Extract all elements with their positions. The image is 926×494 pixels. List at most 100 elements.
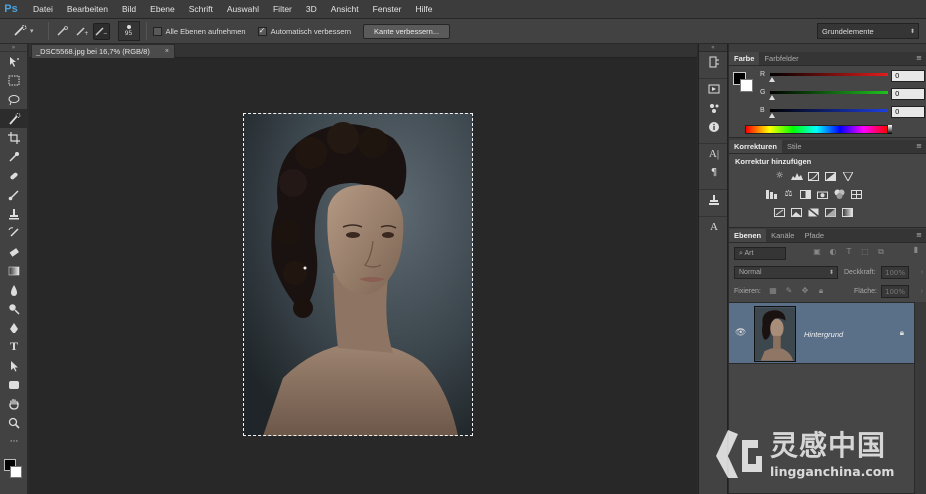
- sample-all-layers-checkbox[interactable]: [152, 26, 162, 36]
- panel-menu-icon[interactable]: ≡: [916, 54, 922, 62]
- photo-filter-icon[interactable]: [814, 187, 831, 201]
- panel-collapse-icon[interactable]: »: [0, 44, 27, 52]
- add-to-selection-icon[interactable]: +: [74, 23, 91, 40]
- menu-3d[interactable]: 3D: [299, 0, 324, 19]
- threshold-icon[interactable]: [805, 205, 822, 219]
- menu-hilfe[interactable]: Hilfe: [408, 0, 439, 19]
- menu-auswahl[interactable]: Auswahl: [220, 0, 266, 19]
- type-tool-icon[interactable]: T: [0, 337, 28, 356]
- green-channel-value[interactable]: 0: [891, 88, 925, 100]
- menu-ansicht[interactable]: Ansicht: [324, 0, 366, 19]
- lock-image-icon[interactable]: ✎: [783, 286, 795, 298]
- slider-thumb-icon[interactable]: [769, 113, 775, 118]
- eye-icon[interactable]: 👁︎: [735, 328, 746, 338]
- layer-row[interactable]: 👁︎ Hintergrund 🔒︎: [729, 302, 914, 364]
- blue-channel-value[interactable]: 0: [891, 106, 925, 118]
- menu-bearbeiten[interactable]: Bearbeiten: [60, 0, 115, 19]
- panel-menu-icon[interactable]: ≡: [916, 231, 922, 239]
- blend-mode-select[interactable]: Normal ⬍: [734, 266, 838, 279]
- portrait-photo[interactable]: [243, 113, 473, 436]
- lock-position-icon[interactable]: ✥: [799, 286, 811, 298]
- new-selection-icon[interactable]: [55, 23, 72, 40]
- slider-thumb-icon[interactable]: [769, 77, 775, 82]
- vibrance-icon[interactable]: [839, 169, 856, 183]
- selective-color-icon[interactable]: [822, 205, 839, 219]
- lock-transparent-icon[interactable]: ▦: [767, 286, 779, 298]
- blur-tool-icon[interactable]: [0, 280, 28, 299]
- crop-tool-icon[interactable]: [0, 128, 28, 147]
- color-spectrum[interactable]: [745, 125, 888, 134]
- tool-preset-picker[interactable]: [10, 22, 32, 40]
- red-channel-value[interactable]: 0: [891, 70, 925, 82]
- levels-icon[interactable]: [788, 169, 805, 183]
- adjustment-layer-filter-icon[interactable]: ◐: [827, 247, 839, 259]
- tab-farbe[interactable]: Farbe: [729, 52, 760, 65]
- posterize-icon[interactable]: [788, 205, 805, 219]
- brightness-contrast-icon[interactable]: ☼: [771, 169, 788, 183]
- green-channel-slider[interactable]: [770, 91, 888, 94]
- chevron-right-icon[interactable]: ›: [921, 269, 923, 276]
- tool-presets-icon[interactable]: A: [699, 217, 729, 236]
- tab-farbfelder[interactable]: Farbfelder: [759, 52, 803, 65]
- menu-datei[interactable]: Datei: [26, 0, 60, 19]
- gradient-tool-icon[interactable]: [0, 261, 28, 280]
- layers-scrollbar[interactable]: [914, 302, 926, 494]
- canvas-area[interactable]: [29, 58, 697, 494]
- character-panel-icon[interactable]: A|: [699, 144, 729, 163]
- channel-mixer-icon[interactable]: [831, 187, 848, 201]
- close-icon[interactable]: ×: [165, 48, 169, 55]
- zoom-tool-icon[interactable]: [0, 413, 28, 432]
- history-panel-icon[interactable]: [699, 52, 729, 71]
- gradient-map-icon[interactable]: [839, 205, 856, 219]
- black-white-icon[interactable]: [797, 187, 814, 201]
- path-selection-tool-icon[interactable]: [0, 356, 28, 375]
- menu-schrift[interactable]: Schrift: [182, 0, 220, 19]
- red-channel-slider[interactable]: [770, 73, 888, 76]
- dodge-tool-icon[interactable]: [0, 299, 28, 318]
- eyedropper-tool-icon[interactable]: [0, 147, 28, 166]
- healing-brush-tool-icon[interactable]: [0, 166, 28, 185]
- clone-stamp-tool-icon[interactable]: [0, 204, 28, 223]
- chevron-right-icon[interactable]: ›: [921, 288, 923, 295]
- auto-enhance-option[interactable]: ✓ Automatisch verbessern: [257, 26, 351, 36]
- brush-size-picker[interactable]: 95: [117, 21, 140, 41]
- workspace-select[interactable]: Grundelemente ⬍: [817, 23, 919, 39]
- tab-ebenen[interactable]: Ebenen: [729, 229, 767, 242]
- auto-enhance-checkbox[interactable]: ✓: [257, 26, 267, 36]
- tab-pfade[interactable]: Pfade: [799, 229, 829, 242]
- exposure-icon[interactable]: [822, 169, 839, 183]
- filter-toggle-icon[interactable]: ▮: [910, 245, 922, 257]
- sample-all-layers-option[interactable]: Alle Ebenen aufnehmen: [152, 26, 246, 36]
- invert-icon[interactable]: [771, 205, 788, 219]
- lasso-tool-icon[interactable]: [0, 90, 28, 109]
- smart-object-filter-icon[interactable]: ⧉: [875, 247, 887, 259]
- opacity-input[interactable]: 100%: [881, 266, 909, 279]
- background-color-swatch[interactable]: [740, 79, 753, 92]
- menu-ebene[interactable]: Ebene: [143, 0, 182, 19]
- layer-filter-select[interactable]: ⌕ Art: [734, 247, 786, 260]
- fill-input[interactable]: 100%: [881, 285, 909, 298]
- info-panel-icon[interactable]: [699, 117, 729, 136]
- panel-collapse-icon[interactable]: «: [699, 44, 727, 52]
- clone-source-icon[interactable]: [699, 190, 729, 209]
- tab-kanaele[interactable]: Kanäle: [766, 229, 799, 242]
- document-tab[interactable]: _DSC5568.jpg bei 16,7% (RGB/8) ×: [31, 44, 175, 58]
- move-tool-icon[interactable]: [0, 52, 28, 71]
- refine-edge-button[interactable]: Kante verbessern...: [363, 23, 451, 39]
- tab-stile[interactable]: Stile: [782, 140, 807, 153]
- lock-all-icon[interactable]: 🔒︎: [815, 286, 827, 298]
- pen-tool-icon[interactable]: [0, 318, 28, 337]
- menu-fenster[interactable]: Fenster: [366, 0, 409, 19]
- type-layer-filter-icon[interactable]: T: [843, 247, 855, 259]
- pixel-layer-filter-icon[interactable]: ▣: [811, 247, 823, 259]
- paragraph-panel-icon[interactable]: ¶: [699, 163, 729, 182]
- color-balance-icon[interactable]: ⚖: [780, 187, 797, 201]
- menu-bild[interactable]: Bild: [115, 0, 143, 19]
- slider-thumb-icon[interactable]: [769, 95, 775, 100]
- menu-filter[interactable]: Filter: [266, 0, 299, 19]
- quick-selection-tool-icon[interactable]: [0, 109, 28, 128]
- tab-korrekturen[interactable]: Korrekturen: [729, 140, 782, 153]
- actions-panel-icon[interactable]: [699, 79, 729, 98]
- more-tools-icon[interactable]: ···: [0, 432, 28, 451]
- blue-channel-slider[interactable]: [770, 109, 888, 112]
